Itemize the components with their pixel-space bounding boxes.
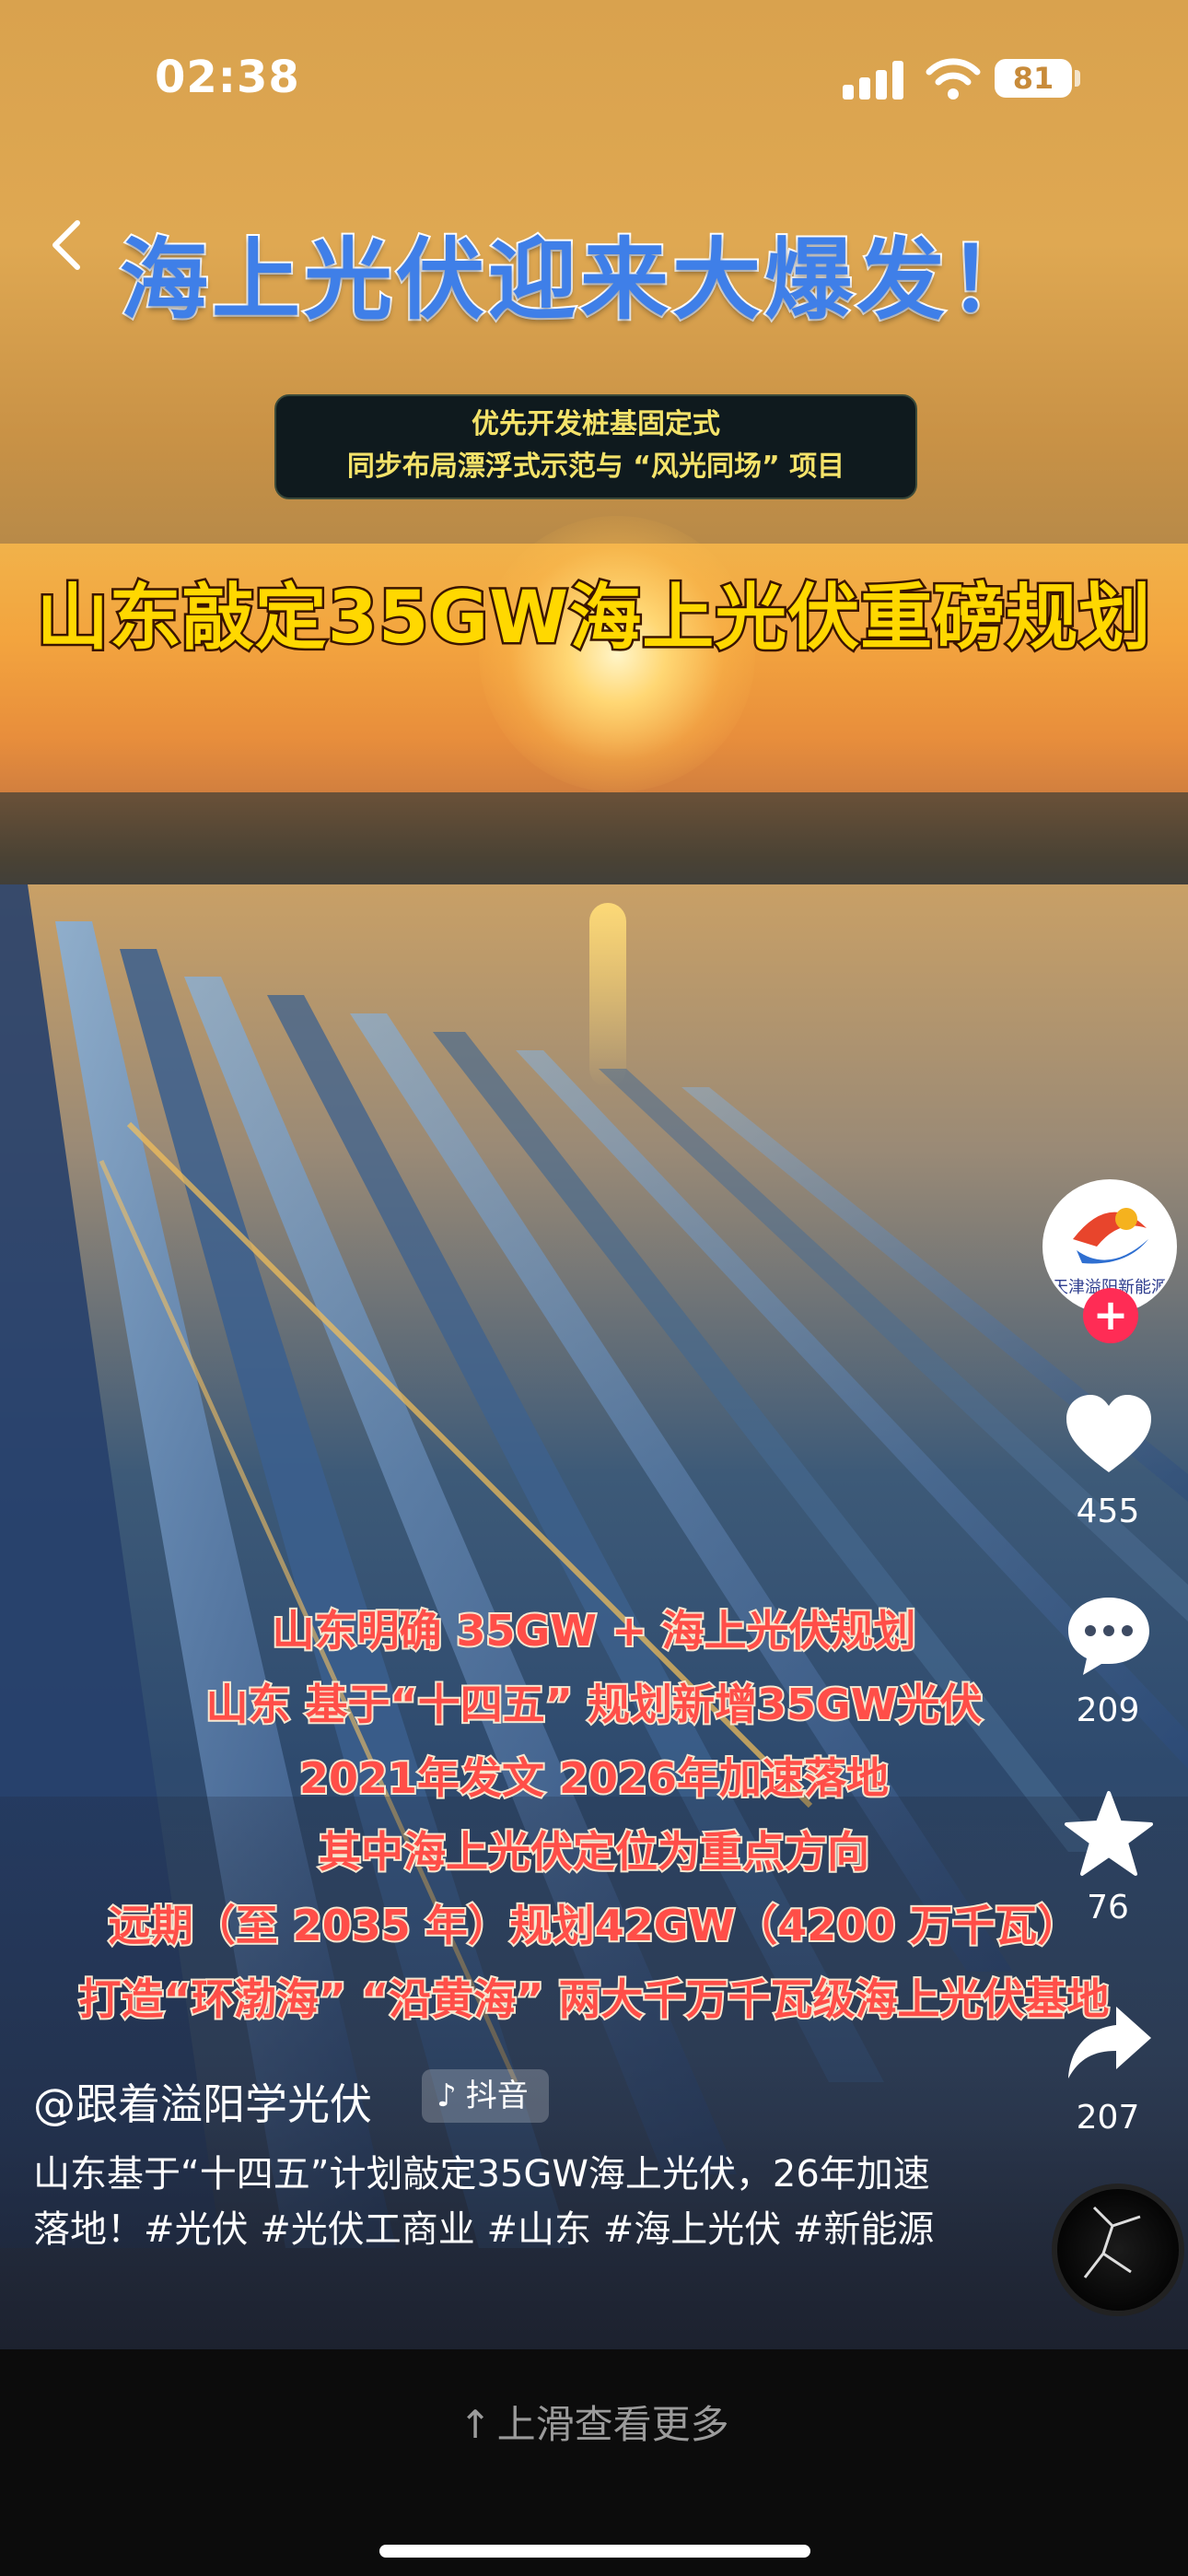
favorite-star-icon[interactable] bbox=[1063, 1789, 1155, 1878]
author-handle[interactable]: @跟着溢阳学光伏 bbox=[33, 2071, 372, 2132]
subtitle-line-1: 优先开发桩基固定式 bbox=[472, 408, 720, 440]
status-time: 02:38 bbox=[155, 52, 300, 103]
favorite-count: 76 bbox=[1087, 1889, 1129, 1926]
follow-plus-button[interactable]: + bbox=[1083, 1288, 1138, 1343]
post-description[interactable]: 山东基于“十四五”计划敲定35GW海上光伏，26年加速落地！#光伏 #光伏工商业… bbox=[33, 2147, 936, 2257]
home-indicator[interactable] bbox=[379, 2545, 810, 2558]
tiktok-note-icon: ♪ bbox=[437, 2078, 457, 2114]
caption-line: 2021年发文 2026年加速落地 bbox=[297, 1751, 891, 1805]
battery-indicator: 81 bbox=[995, 59, 1072, 98]
swipe-up-hint[interactable]: ↑ 上滑查看更多 bbox=[0, 2394, 1188, 2450]
video-subtitle-box: 优先开发桩基固定式 同步布局漂浮式示范与 “风光同场” 项目 bbox=[274, 394, 917, 499]
video-banner: 山东敲定35GW海上光伏重磅规划 bbox=[34, 575, 1153, 662]
comment-count: 209 bbox=[1076, 1692, 1140, 1729]
swipe-up-label: 上滑查看更多 bbox=[496, 2402, 729, 2447]
video-headline: 海上光伏迎来大爆发！ bbox=[118, 227, 1041, 334]
caption-line: 打造“环渤海” “沿黄海” 两大千万千瓦级海上光伏基地 bbox=[77, 1973, 1112, 2026]
wifi-icon bbox=[926, 58, 981, 100]
like-count: 455 bbox=[1076, 1493, 1140, 1530]
subtitle-line-2: 同步布局漂浮式示范与 “风光同场” 项目 bbox=[346, 451, 845, 483]
comment-bubble-icon[interactable] bbox=[1063, 1592, 1155, 1680]
action-rail: 天津溢阳新能源 + 455 209 76 207 bbox=[1031, 1179, 1188, 2340]
status-bar: 02:38 81 bbox=[0, 0, 1188, 157]
up-arrow-icon: ↑ bbox=[459, 2402, 492, 2447]
share-arrow-icon[interactable] bbox=[1063, 1999, 1155, 2088]
bottom-bar: ↑ 上滑查看更多 bbox=[0, 2349, 1188, 2576]
caption-line: 其中海上光伏定位为重点方向 bbox=[317, 1825, 871, 1879]
platform-tag[interactable]: ♪ 抖音 bbox=[422, 2069, 549, 2123]
caption-line: 山东 基于“十四五” 规划新增35GW光伏 bbox=[204, 1678, 984, 1731]
battery-tip bbox=[1075, 70, 1080, 87]
platform-name: 抖音 bbox=[465, 2078, 529, 2114]
back-chevron-icon[interactable] bbox=[48, 217, 85, 273]
cellular-signal-icon bbox=[843, 59, 907, 100]
disc-artwork bbox=[1083, 2206, 1141, 2278]
like-heart-icon[interactable] bbox=[1063, 1391, 1155, 1480]
caption-line: 山东明确 35GW + 海上光伏规划 bbox=[270, 1604, 917, 1657]
share-count: 207 bbox=[1076, 2099, 1140, 2137]
video-captions: 山东明确 35GW + 海上光伏规划 山东 基于“十四五” 规划新增35GW光伏… bbox=[0, 1594, 1188, 2036]
music-disc-icon[interactable] bbox=[1052, 2184, 1184, 2316]
video-frame[interactable]: 海上光伏迎来大爆发！ 优先开发桩基固定式 同步布局漂浮式示范与 “风光同场” 项… bbox=[0, 0, 1188, 2349]
caption-line: 远期（至 2035 年）规划42GW（4200 万千瓦） bbox=[107, 1899, 1082, 1952]
